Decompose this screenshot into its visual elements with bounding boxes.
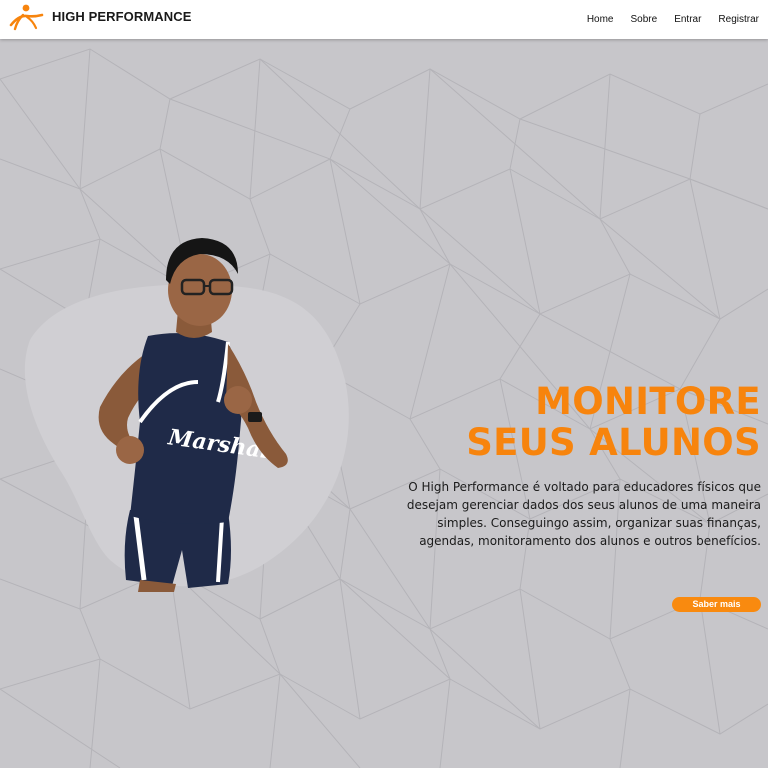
hero-headline: MONITORE SEUS ALUNOS — [466, 381, 761, 463]
nav-link-sobre[interactable]: Sobre — [631, 14, 658, 25]
running-person-icon[interactable] — [9, 3, 45, 31]
hero-description: O High Performance é voltado para educad… — [406, 480, 761, 548]
nav-link-registrar[interactable]: Registrar — [718, 14, 759, 25]
runner-image: Marshall — [98, 238, 288, 592]
saber-mais-button[interactable]: Saber mais — [672, 597, 761, 612]
nav-links: Home Sobre Entrar Registrar — [570, 14, 759, 25]
nav-link-home[interactable]: Home — [587, 14, 614, 25]
top-navbar: HIGH PERFORMANCE Home Sobre Entrar Regis… — [0, 0, 768, 39]
brand-name[interactable]: HIGH PERFORMANCE — [52, 9, 192, 24]
headline-line-2: SEUS ALUNOS — [466, 421, 761, 464]
headline-line-1: MONITORE — [535, 380, 761, 423]
nav-link-entrar[interactable]: Entrar — [674, 14, 701, 25]
